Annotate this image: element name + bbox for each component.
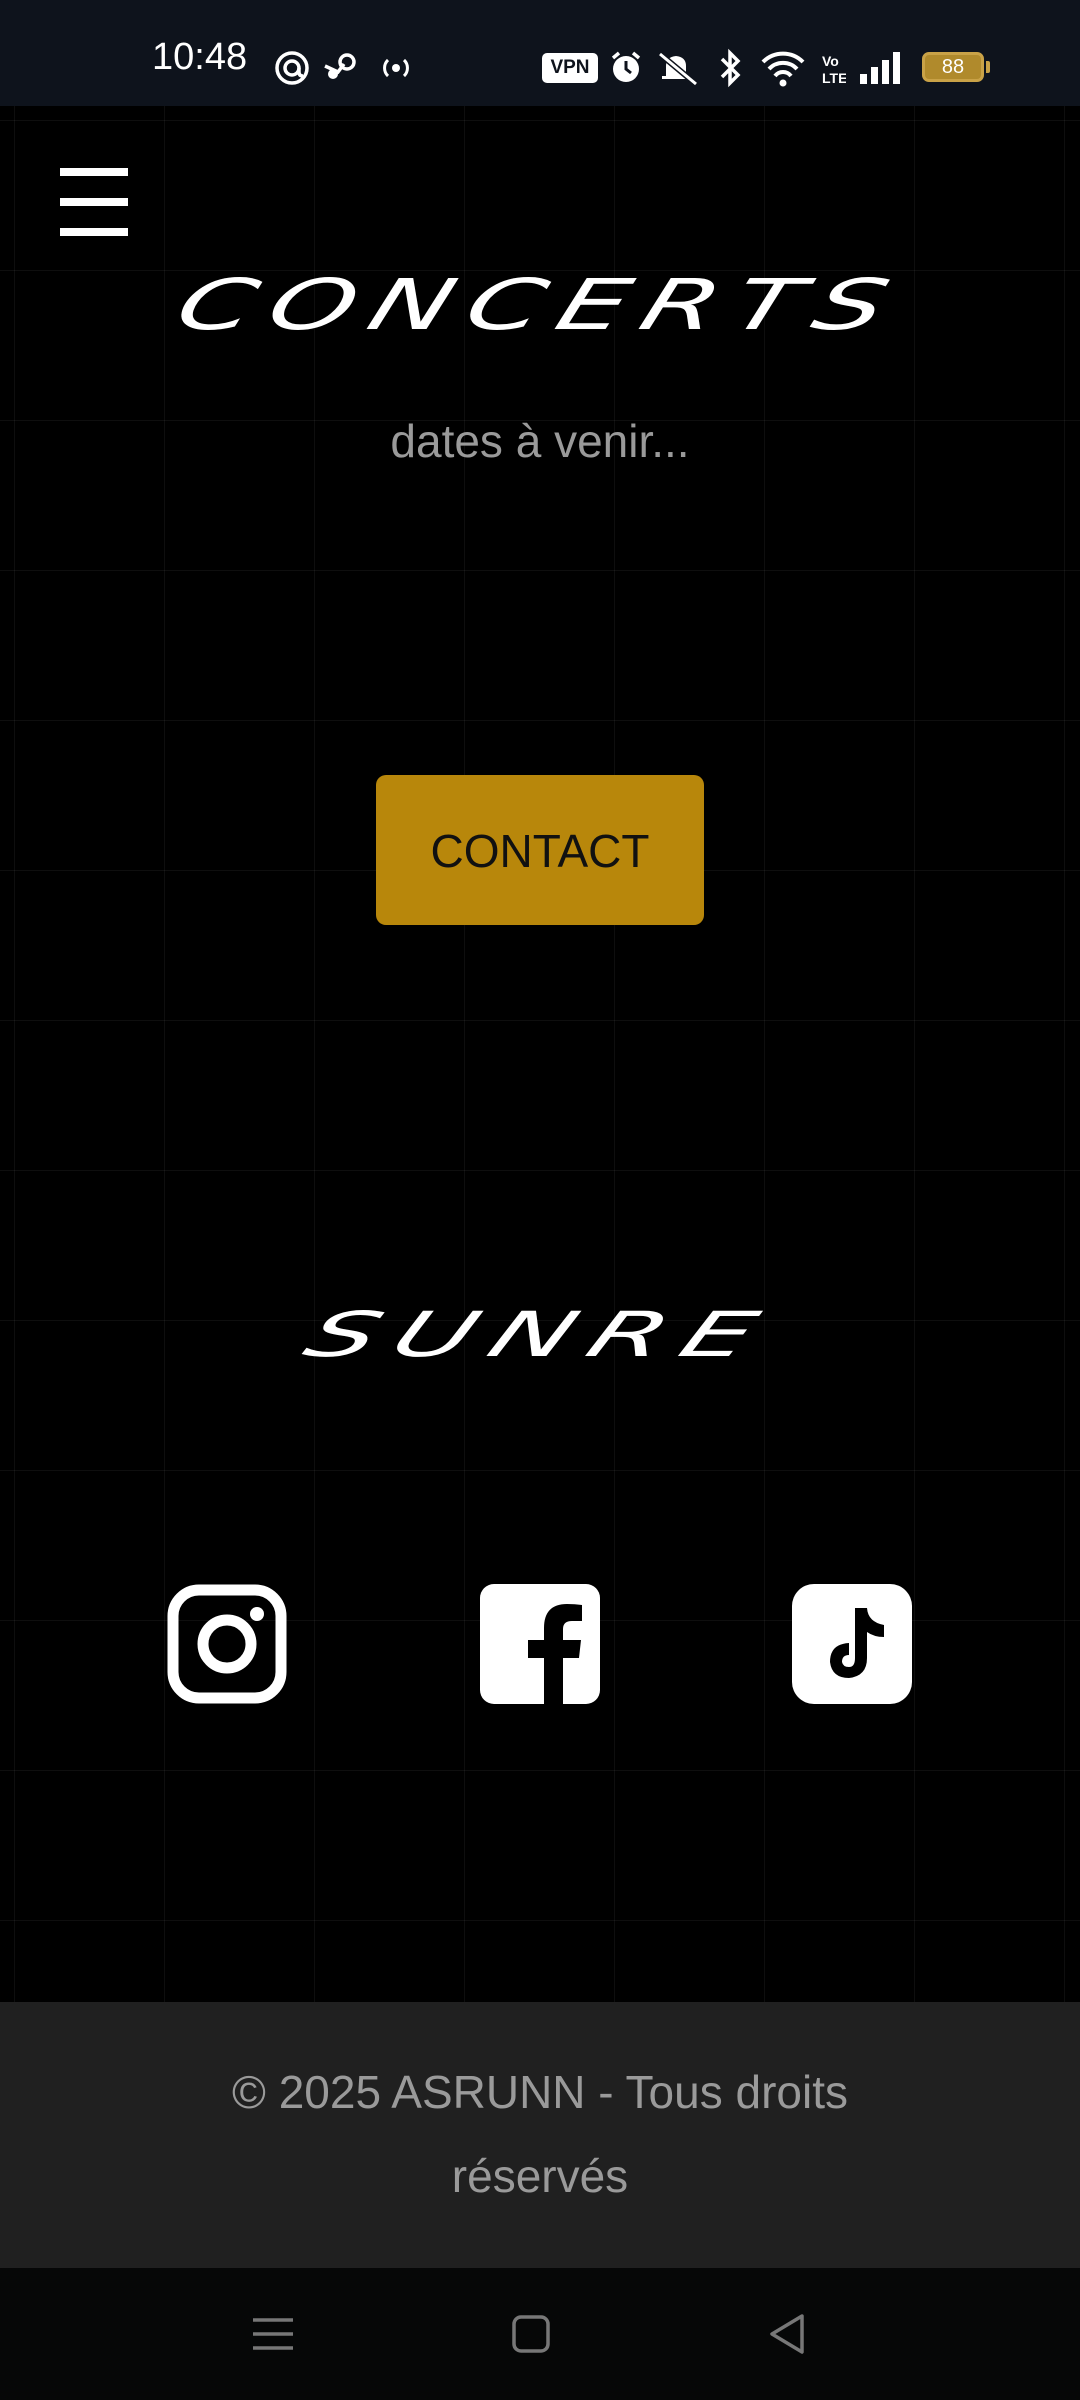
instagram-icon[interactable] [167,1584,287,1704]
bluetooth-icon [720,48,741,88]
status-time: 10:48 [152,36,248,78]
signal-icon [860,52,900,84]
copyright-text: © 2025 ASRUNN - Tous droits réservés [232,2066,848,2202]
steam-icon [324,53,356,79]
battery-tip [986,61,990,73]
system-nav-bar [0,2268,1080,2400]
tiktok-icon[interactable] [792,1584,912,1704]
page-title: CONCERTS [165,264,915,346]
alarm-icon [611,51,641,82]
upcoming-dates-text: dates à venir... [390,415,690,467]
recent-apps-icon[interactable] [247,2308,299,2360]
at-sign-icon [275,51,309,85]
sunre-logo: SUNRE [293,1298,787,1371]
mute-icon [658,51,698,86]
footer: © 2025 ASRUNN - Tous droits réservés [0,2002,1080,2268]
volte-icon: Vo LTE [822,53,846,86]
hamburger-menu-icon[interactable] [56,164,132,240]
page-content: CONCERTS dates à venir... CONTACT SUNRE [0,106,1080,2002]
battery-icon: 88 [922,52,984,82]
contact-button[interactable]: CONTACT [376,775,704,925]
svg-text:LTE: LTE [822,70,846,86]
facebook-icon[interactable] [480,1584,600,1704]
vpn-badge: VPN [542,53,598,83]
home-icon[interactable] [505,2308,557,2360]
wifi-icon [761,51,805,87]
phone-screen: 10:48 VPN Vo LTE 88 CONCERTS dates à ven… [0,0,1080,2400]
back-icon[interactable] [762,2308,814,2360]
svg-text:Vo: Vo [822,53,839,69]
hotspot-icon [383,58,409,78]
status-bar: 10:48 VPN Vo LTE 88 [0,0,1080,106]
